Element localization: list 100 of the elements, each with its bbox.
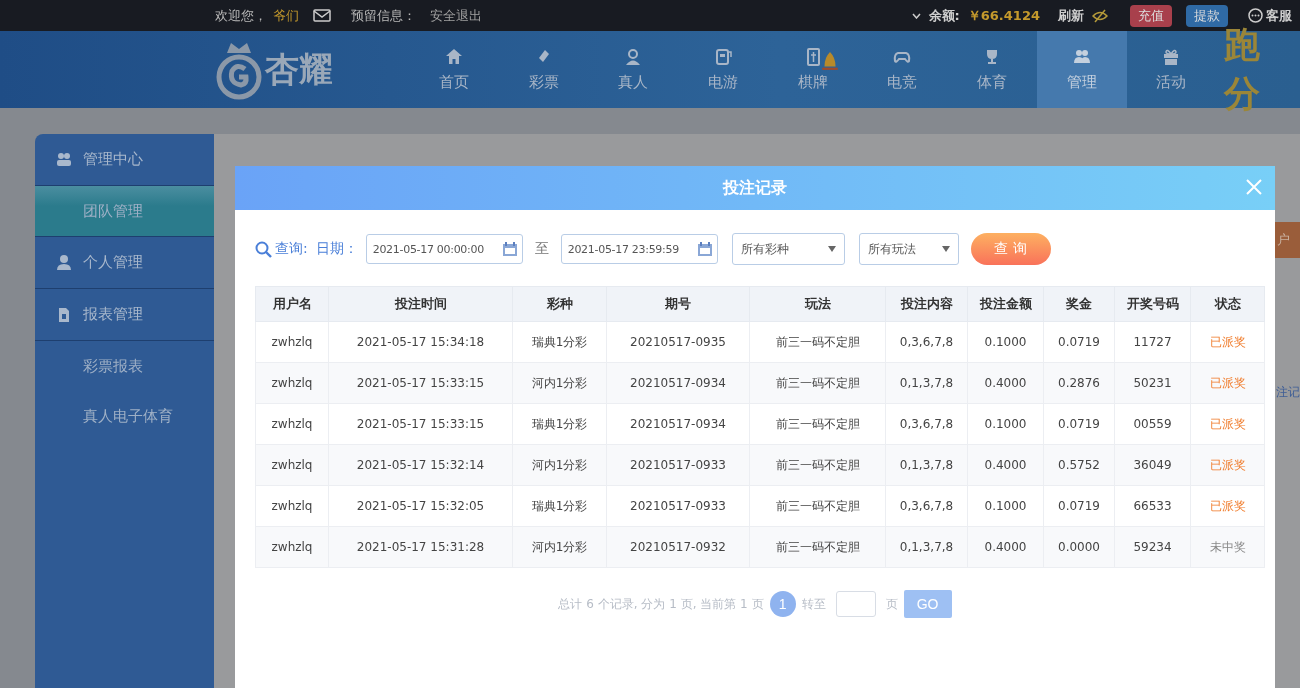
column-header: 用户名: [255, 286, 329, 322]
table-cell: 前三一码不定胆: [749, 362, 886, 404]
column-header: 彩种: [512, 286, 607, 322]
envelope-icon[interactable]: [313, 9, 331, 22]
pagination-summary: 总计 6 个记录, 分为 1 页, 当前第 1 页: [558, 595, 764, 613]
table-cell: 前三一码不定胆: [749, 485, 886, 527]
status-cell: 已派奖: [1190, 485, 1265, 527]
table-cell: 0.0719: [1043, 485, 1115, 527]
calendar-icon[interactable]: [697, 242, 712, 256]
table-cell: 0.4000: [967, 526, 1044, 568]
person-icon: [55, 253, 73, 272]
calendar-icon[interactable]: [502, 242, 517, 256]
nav-tab[interactable]: 棋牌: [767, 31, 858, 108]
table-cell: 0.2876: [1043, 362, 1115, 404]
table-cell: 2021-05-17 15:33:15: [328, 362, 513, 404]
lottery-dropdown[interactable]: 所有彩种: [731, 233, 845, 265]
table-cell: 20210517-0935: [606, 321, 750, 363]
table-cell: zwhzlq: [255, 485, 329, 527]
username-link[interactable]: 爷们: [273, 6, 299, 25]
withdraw-button[interactable]: 提款: [1186, 4, 1228, 27]
sidebar-item[interactable]: 团队管理: [35, 186, 214, 237]
open-account-button[interactable]: 户: [1275, 222, 1300, 258]
table-cell: 0,1,3,7,8: [885, 444, 968, 486]
table-cell: 瑞典1分彩: [512, 321, 607, 363]
table-cell: 0.4000: [967, 444, 1044, 486]
search-icon: [255, 240, 272, 258]
nav-tab[interactable]: 体育: [947, 31, 1037, 108]
table-cell: 0.0000: [1043, 526, 1115, 568]
go-button[interactable]: GO: [903, 590, 952, 618]
nav-tab[interactable]: 首页: [409, 31, 499, 108]
eye-slash-icon[interactable]: [1092, 8, 1108, 23]
status-cell: 已派奖: [1190, 362, 1265, 404]
page-unit-label: 页: [885, 595, 898, 613]
nav-tab[interactable]: 真人: [588, 31, 679, 108]
table-cell: 前三一码不定胆: [749, 444, 886, 486]
table-cell: zwhzlq: [255, 403, 329, 445]
nav-tab[interactable]: 彩票: [498, 31, 589, 108]
table-cell: 瑞典1分彩: [512, 403, 607, 445]
goto-label: 转至: [801, 595, 826, 613]
balance-label: 余额:: [928, 6, 960, 25]
page-input-field[interactable]: [835, 591, 876, 617]
table-cell: 瑞典1分彩: [512, 485, 607, 527]
play-dropdown[interactable]: 所有玩法: [858, 233, 959, 265]
customer-service-link[interactable]: 客服: [1266, 6, 1292, 25]
deposit-button[interactable]: 充值: [1130, 4, 1172, 27]
nav-tab[interactable]: 电游: [678, 31, 768, 108]
column-header: 奖金: [1043, 286, 1115, 322]
nav-tab[interactable]: 活动: [1126, 31, 1217, 108]
table-cell: 前三一码不定胆: [749, 403, 886, 445]
table-cell: 0,1,3,7,8: [885, 362, 968, 404]
chevron-down-icon[interactable]: [911, 12, 921, 19]
slot-machine-icon: [713, 47, 734, 67]
logout-link[interactable]: 安全退出: [430, 6, 482, 25]
sidebar-item[interactable]: 彩票报表: [35, 341, 214, 391]
start-date-field[interactable]: 2021-05-17 00:00:00: [365, 234, 523, 264]
table-cell: 0,1,3,7,8: [885, 526, 968, 568]
table-cell: zwhzlq: [255, 321, 329, 363]
status-cell: 未中奖: [1190, 526, 1265, 568]
column-header: 期号: [606, 286, 750, 322]
to-label: 至: [534, 240, 549, 258]
refresh-link[interactable]: 刷新: [1058, 6, 1084, 25]
table-cell: 20210517-0932: [606, 526, 750, 568]
column-header: 投注金额: [967, 286, 1044, 322]
table-cell: 20210517-0933: [606, 444, 750, 486]
table-cell: 2021-05-17 15:32:14: [328, 444, 513, 486]
query-button[interactable]: 查 询: [970, 233, 1051, 265]
table-cell: 0.0719: [1043, 321, 1115, 363]
greeting-text: 欢迎您，: [215, 6, 267, 25]
page-button[interactable]: 1: [769, 591, 796, 617]
column-header: 开奖号码: [1114, 286, 1191, 322]
table-cell: 2021-05-17 15:34:18: [328, 321, 513, 363]
nav-tab[interactable]: 管理: [1036, 31, 1127, 108]
status-cell: 已派奖: [1190, 321, 1265, 363]
table-cell: zwhzlq: [255, 444, 329, 486]
caret-down-icon: [827, 246, 836, 252]
table-cell: 2021-05-17 15:33:15: [328, 403, 513, 445]
table-cell: 2021-05-17 15:31:28: [328, 526, 513, 568]
table-cell: 59234: [1114, 526, 1191, 568]
nav-tab[interactable]: 电竞: [857, 31, 948, 108]
table-cell: 2021-05-17 15:32:05: [328, 485, 513, 527]
table-cell: 0.4000: [967, 362, 1044, 404]
people-icon: [55, 150, 73, 169]
balance-amount: ￥66.4124: [967, 6, 1040, 25]
table-cell: 0,3,6,7,8: [885, 485, 968, 527]
caret-down-icon: [941, 246, 950, 252]
column-header: 投注时间: [328, 286, 513, 322]
table-cell: 河内1分彩: [512, 444, 607, 486]
column-header: 玩法: [749, 286, 886, 322]
bell-icon: [819, 51, 840, 71]
reserved-info-label: 预留信息：: [351, 6, 416, 25]
chat-bubble-icon[interactable]: [1248, 8, 1263, 23]
logo-text[interactable]: 杏耀: [265, 46, 333, 93]
record-link[interactable]: 注记: [1276, 384, 1300, 401]
table-cell: 66533: [1114, 485, 1191, 527]
end-date-field[interactable]: 2021-05-17 23:59:59: [560, 234, 718, 264]
table-cell: 0.5752: [1043, 444, 1115, 486]
table-cell: 0.1000: [967, 403, 1044, 445]
table-cell: 20210517-0933: [606, 485, 750, 527]
table-cell: 11727: [1114, 321, 1191, 363]
sidebar-item[interactable]: 真人电子体育: [35, 391, 214, 441]
